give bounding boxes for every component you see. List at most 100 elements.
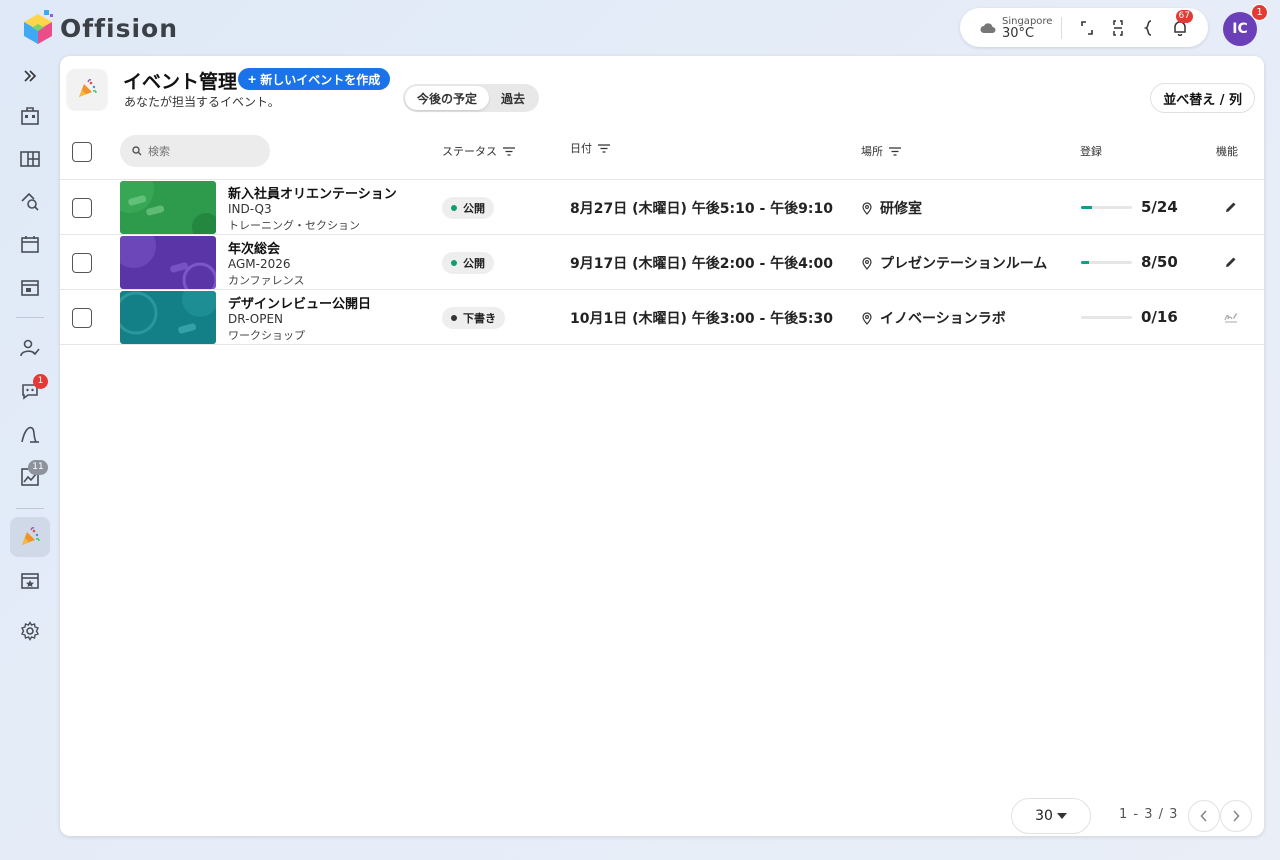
signature-button[interactable]	[1222, 308, 1240, 326]
app-logo[interactable]: Offision	[22, 10, 178, 46]
event-date: 8月27日 (木曜日) 午後5:10 - 午後9:10	[570, 201, 833, 217]
table-row[interactable]: デザインレビュー公開日 DR-OPEN ワークショップ 下書き 10月1日 (木…	[60, 290, 1264, 345]
event-title[interactable]: 新入社員オリエンテーション	[228, 183, 397, 202]
scan-button[interactable]	[1103, 13, 1134, 43]
column-header-date[interactable]: 日付	[570, 140, 610, 156]
create-event-label: 新しいイベントを作成	[260, 72, 381, 87]
status-label: 公開	[463, 257, 485, 270]
sidebar-item-office[interactable]	[10, 96, 50, 136]
signature-icon	[1224, 313, 1237, 323]
status-dot	[451, 260, 457, 266]
registration-progress	[1081, 206, 1132, 209]
row-checkbox[interactable]	[72, 198, 92, 218]
event-thumbnail	[120, 181, 216, 234]
column-header-location[interactable]: 場所	[861, 143, 901, 159]
column-header-actions: 機能	[1216, 143, 1238, 159]
plus-icon: +	[248, 71, 257, 87]
column-label: 日付	[570, 142, 592, 155]
registration-progress-fill	[1081, 261, 1090, 264]
sidebar-item-support[interactable]: 1	[10, 371, 50, 411]
registration-progress	[1081, 316, 1132, 319]
event-date: 9月17日 (木曜日) 午後2:00 - 午後4:00	[570, 256, 833, 272]
event-title[interactable]: デザインレビュー公開日	[228, 293, 371, 312]
sidebar-item-spaces[interactable]	[10, 139, 50, 179]
edit-button[interactable]	[1222, 253, 1240, 271]
event-date: 10月1日 (木曜日) 午後3:00 - 午後5:30	[570, 311, 833, 327]
event-category: トレーニング・セクション	[228, 219, 360, 232]
event-category: ワークショップ	[228, 329, 305, 342]
weather-temp: 30°C	[1002, 25, 1035, 41]
rows-per-page-value: 30	[1035, 808, 1053, 824]
sidebar-expand-button[interactable]	[10, 56, 50, 96]
pagination-range: 1 - 3 / 3	[1119, 807, 1179, 822]
tab-past[interactable]: 過去	[489, 86, 537, 110]
sidebar-item-favorites[interactable]	[10, 560, 50, 600]
select-all-checkbox[interactable]	[72, 142, 92, 162]
tab-upcoming[interactable]: 今後の予定	[405, 86, 490, 110]
fullscreen-icon	[1081, 20, 1093, 35]
party-popper-icon	[22, 527, 40, 545]
search-location-icon	[21, 192, 39, 211]
event-category: カンファレンス	[228, 274, 305, 287]
search-input[interactable]	[148, 144, 258, 158]
sidebar-item-gallery[interactable]: 11	[10, 457, 50, 497]
event-code: DR-OPEN	[228, 312, 283, 326]
chevron-right-icon	[1233, 810, 1240, 822]
prev-page-button[interactable]	[1188, 800, 1220, 832]
location-label: プレゼンテーションルーム	[880, 256, 1048, 272]
next-page-button[interactable]	[1220, 800, 1252, 832]
status-label: 下書き	[463, 312, 496, 325]
column-label: 機能	[1216, 145, 1238, 158]
rows-per-page-select[interactable]: 30	[1011, 798, 1091, 834]
sidebar-item-schedule[interactable]	[10, 267, 50, 307]
status-badge: 公開	[442, 252, 494, 274]
sidebar-item-visitors[interactable]	[10, 328, 50, 368]
table-row[interactable]: 新入社員オリエンテーション IND-Q3 トレーニング・セクション 公開 8月2…	[60, 180, 1264, 235]
notifications-button[interactable]: 67	[1165, 9, 1196, 43]
route-icon	[21, 426, 39, 443]
event-title[interactable]: 年次総会	[228, 238, 280, 257]
calendar-star-icon	[21, 573, 39, 589]
event-code: AGM-2026	[228, 257, 291, 271]
gear-icon	[21, 621, 39, 641]
location-pin-icon	[862, 256, 872, 270]
status-badge: 公開	[442, 197, 494, 219]
pencil-icon	[1226, 257, 1236, 267]
weather-widget[interactable]: Singapore 30°C	[980, 16, 1061, 40]
registration-progress-fill	[1081, 206, 1092, 209]
table-row[interactable]: 年次総会 AGM-2026 カンファレンス 公開 9月17日 (木曜日) 午後2…	[60, 235, 1264, 290]
calendar-day-icon	[21, 280, 39, 296]
event-thumbnail	[120, 291, 216, 344]
gallery-badge: 11	[28, 460, 48, 475]
building-icon	[21, 107, 39, 125]
status-label: 公開	[463, 202, 485, 215]
chevron-left-icon	[1200, 810, 1207, 822]
sidebar-item-analytics[interactable]	[10, 414, 50, 454]
sidebar-item-events[interactable]	[10, 517, 50, 557]
grid-layout-icon	[20, 151, 40, 167]
sidebar-item-settings[interactable]	[10, 611, 50, 651]
row-checkbox[interactable]	[72, 253, 92, 273]
caret-down-icon	[1056, 813, 1067, 819]
edit-button[interactable]	[1222, 198, 1240, 216]
scan-icon	[1113, 19, 1123, 36]
braces-icon	[1144, 19, 1152, 36]
page-subtitle: あなたが担当するイベント。	[124, 95, 280, 109]
sidebar-item-calendar[interactable]	[10, 224, 50, 264]
code-button[interactable]	[1134, 13, 1165, 43]
sort-columns-button[interactable]: 並べ替え / 列	[1150, 83, 1255, 113]
column-label: ステータス	[442, 145, 497, 158]
registration-progress	[1081, 261, 1132, 264]
column-header-registration: 登録	[1080, 143, 1102, 159]
row-checkbox[interactable]	[72, 308, 92, 328]
logo-cube-icon	[24, 10, 53, 44]
column-header-status[interactable]: ステータス	[442, 143, 515, 159]
location-label: 研修室	[880, 201, 922, 217]
fullscreen-button[interactable]	[1071, 13, 1102, 43]
party-popper-icon	[79, 79, 97, 97]
location-pin-icon	[862, 311, 872, 325]
app-name: Offision	[60, 13, 178, 43]
sidebar-item-find[interactable]	[10, 182, 50, 222]
create-event-button[interactable]: + 新しいイベントを作成	[238, 68, 391, 90]
status-badge: 下書き	[442, 307, 505, 329]
